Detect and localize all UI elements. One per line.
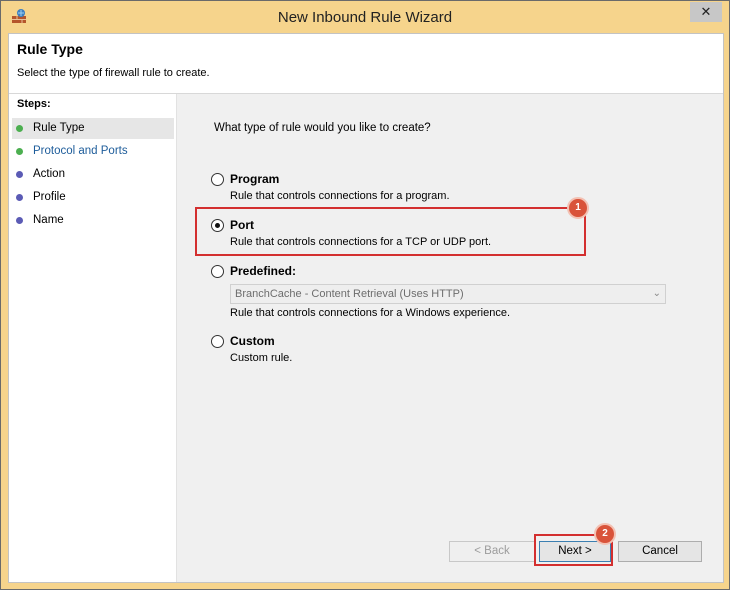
predefined-dropdown[interactable]: BranchCache - Content Retrieval (Uses HT…	[230, 284, 666, 304]
option-description: Rule that controls connections for a Win…	[230, 307, 511, 319]
step-action[interactable]: Action	[12, 164, 174, 185]
cancel-button[interactable]: Cancel	[618, 541, 702, 562]
step-label: Rule Type	[33, 122, 85, 134]
option-title[interactable]: Custom	[230, 334, 275, 348]
custom-radio[interactable]	[211, 335, 224, 348]
wizard-window: New Inbound Rule Wizard ✕ Rule Type Sele…	[0, 0, 730, 590]
step-label: Profile	[33, 191, 66, 203]
title-bar[interactable]: New Inbound Rule Wizard ✕	[1, 1, 729, 33]
page-title: Rule Type	[17, 41, 83, 57]
step-profile[interactable]: Profile	[12, 187, 174, 208]
program-radio[interactable]	[211, 173, 224, 186]
back-button[interactable]: < Back	[449, 541, 535, 562]
step-badge-1: 1	[567, 197, 589, 219]
page-header: Rule Type Select the type of firewall ru…	[9, 34, 723, 94]
chevron-down-icon: ⌄	[652, 288, 661, 299]
step-pending-icon	[16, 171, 23, 178]
steps-heading: Steps:	[17, 98, 51, 110]
step-label: Name	[33, 214, 64, 226]
close-button[interactable]: ✕	[690, 2, 722, 22]
step-label: Action	[33, 168, 65, 180]
step-label: Protocol and Ports	[33, 145, 128, 157]
port-option-highlight	[195, 207, 586, 256]
option-title[interactable]: Program	[230, 172, 279, 186]
rule-type-question: What type of rule would you like to crea…	[214, 122, 431, 134]
page-description: Select the type of firewall rule to crea…	[17, 67, 210, 79]
option-description: Custom rule.	[230, 352, 293, 364]
step-rule-type[interactable]: Rule Type	[12, 118, 174, 139]
main-panel: What type of rule would you like to crea…	[176, 94, 723, 582]
dropdown-value: BranchCache - Content Retrieval (Uses HT…	[235, 288, 464, 300]
step-protocol-and-ports[interactable]: Protocol and Ports	[12, 141, 174, 162]
wizard-client-area: Rule Type Select the type of firewall ru…	[8, 33, 724, 583]
step-complete-icon	[16, 125, 23, 132]
step-name[interactable]: Name	[12, 210, 174, 231]
step-pending-icon	[16, 194, 23, 201]
predefined-radio[interactable]	[211, 265, 224, 278]
step-pending-icon	[16, 217, 23, 224]
option-description: Rule that controls connections for a pro…	[230, 190, 450, 202]
option-title[interactable]: Predefined:	[230, 264, 296, 278]
window-title: New Inbound Rule Wizard	[277, 9, 453, 26]
steps-panel: Steps: Rule Type Protocol and Ports Acti…	[9, 94, 177, 582]
step-complete-icon	[16, 148, 23, 155]
step-badge-2: 2	[594, 523, 616, 545]
